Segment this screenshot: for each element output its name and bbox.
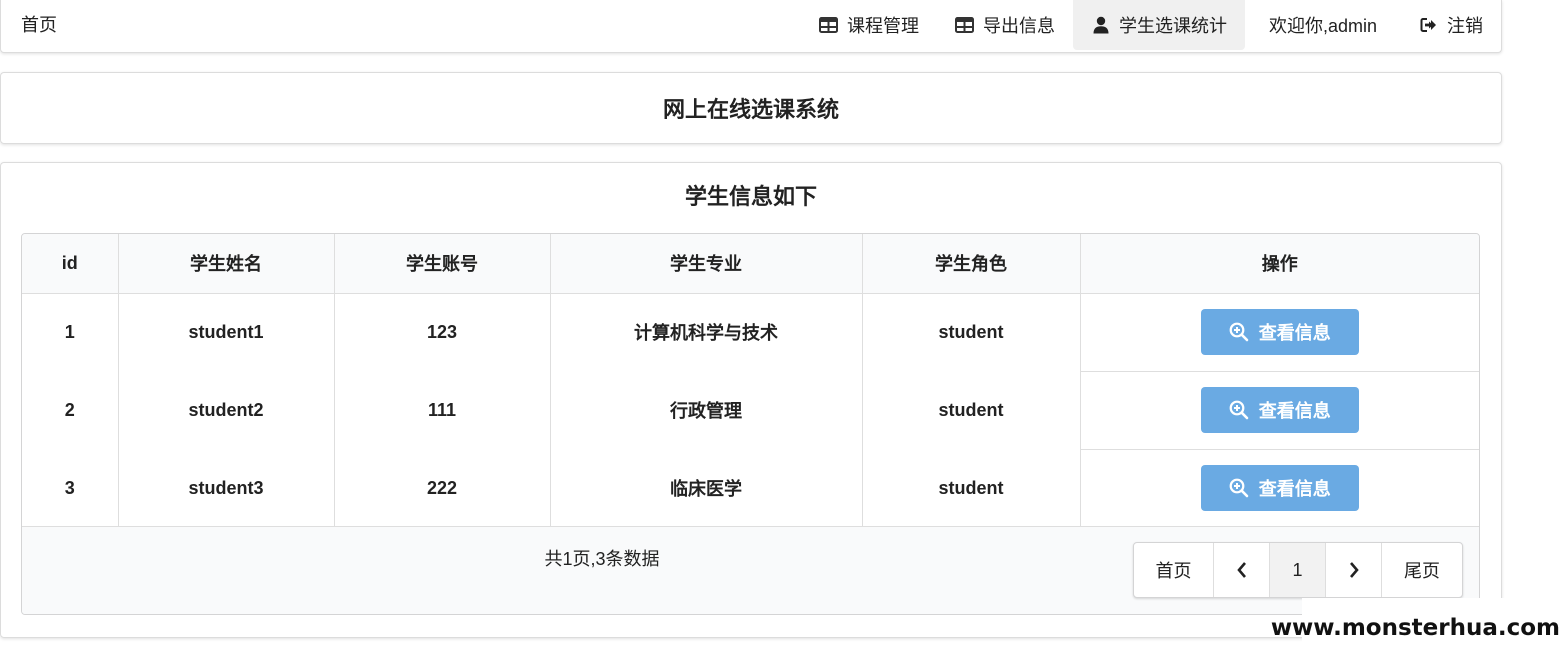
user-icon xyxy=(1091,15,1111,35)
table-row: 3 student3 222 临床医学 student 查看信息 xyxy=(22,448,1479,527)
cell-actions: 查看信息 xyxy=(1079,370,1479,449)
pagination-first[interactable]: 首页 xyxy=(1134,543,1213,597)
pagination-last[interactable]: 尾页 xyxy=(1381,543,1462,597)
nav-student-course-stats[interactable]: 学生选课统计 xyxy=(1072,0,1245,50)
header-id: id xyxy=(22,234,118,294)
nav-student-course-stats-label: 学生选课统计 xyxy=(1118,16,1227,36)
logout-label: 注销 xyxy=(1447,16,1483,36)
view-info-button[interactable]: 查看信息 xyxy=(1200,465,1359,512)
header-student-role: 学生角色 xyxy=(861,234,1080,294)
system-title: 网上在线选课系统 xyxy=(662,97,839,122)
view-info-label: 查看信息 xyxy=(1258,479,1331,500)
view-info-button[interactable]: 查看信息 xyxy=(1200,387,1359,433)
cell-major: 临床医学 xyxy=(549,449,862,527)
table-row: 1 student1 123 计算机科学与技术 student 查看信息 xyxy=(22,293,1479,371)
welcome-text: 欢迎你,admin xyxy=(1245,0,1401,50)
nav-course-management-label: 课程管理 xyxy=(846,16,919,36)
view-info-label: 查看信息 xyxy=(1258,401,1331,421)
pagination-summary: 共1页,3条数据 xyxy=(544,549,660,569)
watermark: www.monsterhua.com xyxy=(1271,598,1562,658)
sign-out-icon xyxy=(1419,15,1439,35)
student-table-wrapper: id 学生姓名 学生账号 学生专业 学生角色 操作 1 student1 123… xyxy=(21,233,1480,615)
cell-major: 行政管理 xyxy=(549,371,862,449)
cell-id: 3 xyxy=(64,477,75,498)
nav-right-menu: 课程管理 导出信息 学生选课统计 欢迎你,admin 注销 xyxy=(801,0,1501,50)
header-actions: 操作 xyxy=(1079,234,1479,294)
pagination: 首页 1 尾页 xyxy=(1133,542,1463,598)
cell-account: 111 xyxy=(333,371,550,449)
system-title-card: 网上在线选课系统 xyxy=(0,72,1502,144)
zoom-in-icon xyxy=(1229,478,1249,498)
cell-major: 计算机科学与技术 xyxy=(549,293,862,371)
nav-export-info-label: 导出信息 xyxy=(982,16,1055,36)
welcome-label: 欢迎你,admin xyxy=(1268,16,1377,36)
student-info-card: 学生信息如下 id 学生姓名 学生账号 学生专业 学生角色 操作 1 stude xyxy=(0,162,1502,638)
cell-name: student2 xyxy=(117,371,334,449)
cell-id: 1 xyxy=(64,321,75,342)
chevron-right-icon xyxy=(1349,562,1359,578)
header-student-account: 学生账号 xyxy=(333,234,550,294)
view-info-button[interactable]: 查看信息 xyxy=(1200,309,1359,355)
header-student-name: 学生姓名 xyxy=(117,234,334,294)
cell-account: 222 xyxy=(333,449,550,527)
nav-home-link[interactable]: 首页 xyxy=(21,0,57,50)
nav-course-management[interactable]: 课程管理 xyxy=(801,0,937,50)
logout-button[interactable]: 注销 xyxy=(1401,0,1501,50)
pagination-page-1[interactable]: 1 xyxy=(1269,543,1325,597)
cell-actions: 查看信息 xyxy=(1079,448,1479,527)
cell-account: 123 xyxy=(333,293,550,371)
table-footer: 共1页,3条数据 首页 1 尾页 xyxy=(22,526,1479,614)
nav-export-info[interactable]: 导出信息 xyxy=(937,0,1073,50)
view-info-label: 查看信息 xyxy=(1258,323,1331,343)
zoom-in-icon xyxy=(1229,322,1249,342)
cell-role: student xyxy=(861,293,1080,371)
table-row: 2 student2 111 行政管理 student 查看信息 xyxy=(22,370,1479,449)
chevron-left-icon xyxy=(1236,562,1246,578)
cell-name: student3 xyxy=(117,449,334,527)
cell-role: student xyxy=(861,371,1080,449)
cell-actions: 查看信息 xyxy=(1079,293,1479,371)
pagination-prev[interactable] xyxy=(1213,543,1269,597)
cell-name: student1 xyxy=(117,293,334,371)
table-icon xyxy=(819,15,839,35)
top-menu: 首页 课程管理 导出信息 学生选课统计 欢迎你,admin 注销 xyxy=(0,0,1502,53)
table-icon xyxy=(955,15,975,35)
table-header-row: id 学生姓名 学生账号 学生专业 学生角色 操作 xyxy=(22,234,1479,294)
zoom-in-icon xyxy=(1229,400,1249,420)
cell-id: 2 xyxy=(64,399,75,420)
student-table: id 学生姓名 学生账号 学生专业 学生角色 操作 1 student1 123… xyxy=(22,234,1479,527)
section-title: 学生信息如下 xyxy=(684,184,817,209)
pagination-next[interactable] xyxy=(1325,543,1381,597)
header-student-major: 学生专业 xyxy=(549,234,862,294)
cell-role: student xyxy=(861,449,1080,527)
